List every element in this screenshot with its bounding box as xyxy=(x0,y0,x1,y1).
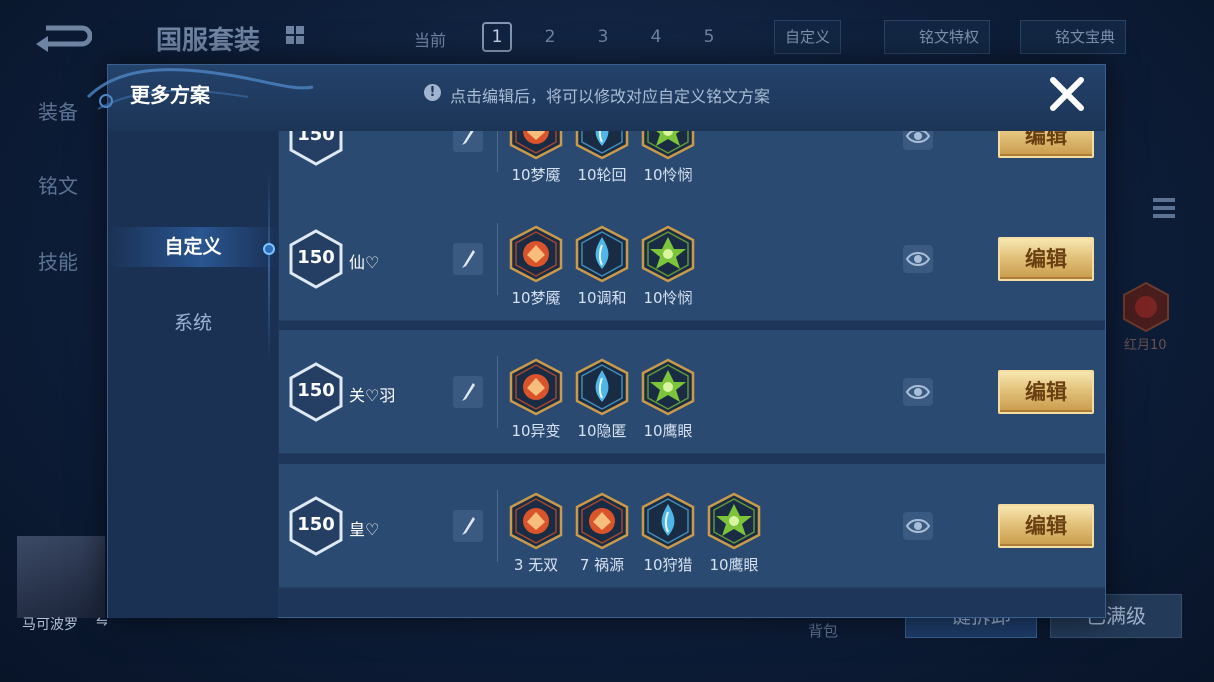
row-divider xyxy=(497,223,498,295)
page-2-tab[interactable]: 2 xyxy=(535,22,565,52)
rune-label: 10狩猎 xyxy=(643,556,693,574)
edit-button[interactable]: 编辑 xyxy=(998,237,1094,281)
plan-name: 仙♡ xyxy=(349,253,380,272)
row-divider xyxy=(497,490,498,562)
hunt-blue-rune-icon xyxy=(641,492,695,550)
rune-label: 3 无双 xyxy=(513,556,559,574)
custom-button[interactable]: 自定义 xyxy=(774,20,842,54)
rune-privilege-button[interactable]: 铭文特权 xyxy=(884,20,991,54)
mutation-red-rune-icon xyxy=(509,358,563,416)
rune-codex-label: 铭文宝典 xyxy=(1055,28,1116,46)
row-divider xyxy=(497,356,498,428)
bag-label[interactable]: 背包 xyxy=(808,620,838,641)
rune-label: 7 祸源 xyxy=(579,556,625,574)
rune-label: 10调和 xyxy=(577,289,627,307)
info-hint: 点击编辑后，将可以修改对应自定义铭文方案 xyxy=(450,87,771,106)
hero-portrait[interactable] xyxy=(17,536,105,618)
rename-button[interactable] xyxy=(453,510,483,542)
calamity-red-rune-icon xyxy=(575,492,629,550)
side-tab-equipment[interactable]: 装备 xyxy=(38,96,78,125)
rune-label: 10异变 xyxy=(511,422,561,440)
page-5-tab[interactable]: 5 xyxy=(694,22,724,52)
rune-label: 10怜悯 xyxy=(643,166,693,184)
close-icon[interactable] xyxy=(1048,75,1086,113)
active-tab-indicator xyxy=(263,243,275,255)
plan-level: 150 xyxy=(297,131,335,145)
page-1-tab[interactable]: 1 xyxy=(482,22,512,52)
plan-row: 150 关♡羽 编辑 10异变 10隐匿 10鹰眼 xyxy=(279,330,1105,454)
preview-button[interactable] xyxy=(903,512,933,540)
more-plans-dialog: 更多方案 ! 点击编辑后，将可以修改对应自定义铭文方案 自定义 系统 150 编辑… xyxy=(86,64,1106,618)
rune-codex-button[interactable]: 铭文宝典 xyxy=(1020,20,1127,54)
red-moon-rune-icon xyxy=(1123,281,1169,333)
plan-row: 150 编辑 10梦魇 10轮回 10怜悯 xyxy=(279,131,1105,198)
reincarnation-blue-rune-icon xyxy=(575,131,629,160)
hawkeye-green-rune-icon xyxy=(707,492,761,550)
back-arrow-icon[interactable] xyxy=(34,22,92,52)
edit-button[interactable]: 编辑 xyxy=(998,131,1094,158)
stealth-blue-rune-icon xyxy=(575,358,629,416)
row-divider xyxy=(497,131,498,172)
plan-name: 皇♡ xyxy=(349,520,380,539)
set-title: 国服套装 xyxy=(156,26,261,56)
rune-label: 10轮回 xyxy=(577,166,627,184)
current-label: 当前 xyxy=(414,31,447,50)
rune-label: 10梦魇 xyxy=(511,166,561,184)
hawkeye-green-rune-icon xyxy=(641,358,695,416)
eye-icon xyxy=(905,519,931,533)
tab-system[interactable]: 系统 xyxy=(108,303,278,343)
rune-label: 10梦魇 xyxy=(511,289,561,307)
plan-category-sidebar: 自定义 系统 xyxy=(108,131,278,618)
nightmare-red-rune-icon xyxy=(509,131,563,160)
peerless-red-rune-icon xyxy=(509,492,563,550)
plan-list[interactable]: 150 编辑 10梦魇 10轮回 10怜悯 150 仙♡ 编辑 10梦魇 10调和 10怜悯 150 关… xyxy=(279,131,1105,618)
plan-level: 150 xyxy=(297,380,335,401)
swap-icon[interactable]: ⇋ xyxy=(96,614,108,630)
rune-label: 10鹰眼 xyxy=(709,556,759,574)
rune-label: 10怜悯 xyxy=(643,289,693,307)
edit-button[interactable]: 编辑 xyxy=(998,370,1094,414)
eye-icon xyxy=(905,131,931,143)
plan-row: 150 皇♡ 编辑 3 无双 7 祸源 10狩猎 10鹰眼 xyxy=(279,464,1105,588)
nightmare-red-rune-icon xyxy=(509,225,563,283)
plan-name: 关♡羽 xyxy=(349,386,396,405)
rename-button[interactable] xyxy=(453,131,483,152)
page-3-tab[interactable]: 3 xyxy=(588,22,618,52)
preview-button[interactable] xyxy=(903,245,933,273)
grid-icon[interactable] xyxy=(286,26,304,44)
plan-level: 150 xyxy=(297,247,335,268)
rune-privilege-label: 铭文特权 xyxy=(919,28,980,46)
eye-icon xyxy=(905,252,931,266)
info-icon: ! xyxy=(424,84,441,101)
rune-label: 10隐匿 xyxy=(577,422,627,440)
pen-icon xyxy=(462,131,474,145)
eye-icon xyxy=(905,385,931,399)
rename-button[interactable] xyxy=(453,243,483,275)
preview-button[interactable] xyxy=(903,378,933,406)
dialog-header: 更多方案 ! 点击编辑后，将可以修改对应自定义铭文方案 xyxy=(86,65,1105,131)
edit-button[interactable]: 编辑 xyxy=(998,504,1094,548)
red-moon-rune-label: 红月10 xyxy=(1124,338,1167,353)
preview-button[interactable] xyxy=(903,131,933,150)
page-4-tab[interactable]: 4 xyxy=(641,22,671,52)
pen-icon xyxy=(462,383,475,401)
rename-button[interactable] xyxy=(453,376,483,408)
pen-icon xyxy=(462,517,475,535)
pen-icon xyxy=(462,250,475,268)
hero-name: 马可波罗 xyxy=(22,617,78,633)
plan-row: 150 仙♡ 编辑 10梦魇 10调和 10怜悯 xyxy=(279,197,1105,321)
rune-label: 10鹰眼 xyxy=(643,422,693,440)
harmony-blue-rune-icon xyxy=(575,225,629,283)
side-tab-skill[interactable]: 技能 xyxy=(38,246,78,275)
plan-level: 150 xyxy=(297,514,335,535)
mercy-green-rune-icon xyxy=(641,131,695,160)
mercy-green-rune-icon xyxy=(641,225,695,283)
side-tab-rune[interactable]: 铭文 xyxy=(38,170,78,199)
list-icon[interactable] xyxy=(1153,198,1175,226)
tab-custom[interactable]: 自定义 xyxy=(108,227,278,267)
dialog-title: 更多方案 xyxy=(130,83,210,107)
